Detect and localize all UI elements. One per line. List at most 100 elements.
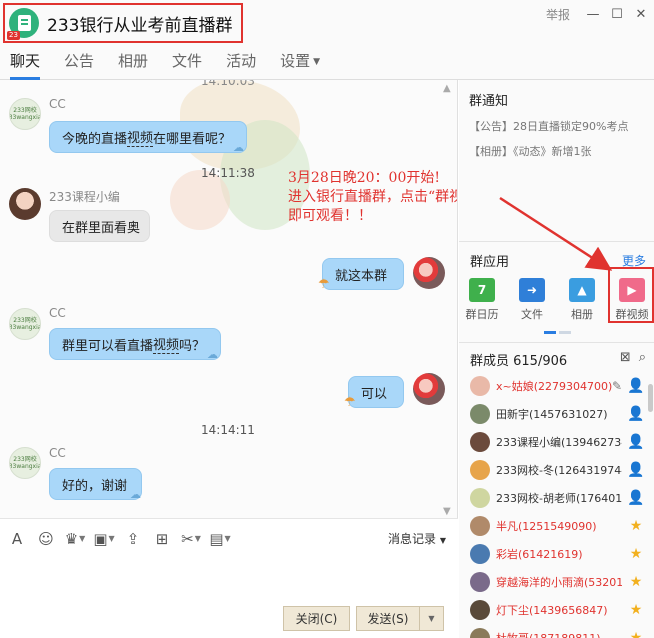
app-album[interactable]: ▲ 相册 [559, 278, 605, 322]
chat-bubble[interactable]: 好的，谢谢 [49, 468, 142, 500]
sender-name: CC [49, 97, 66, 111]
star-icon: ★ [629, 546, 643, 562]
member-item[interactable]: 田新宇(1457631027) 👤 [459, 400, 654, 428]
tab-announcement[interactable]: 公告 [64, 50, 94, 79]
message-text: 就这本群 [335, 268, 388, 284]
chat-bubble[interactable]: 今晚的直播 视频 在哪里看呢？ [49, 121, 247, 153]
avatar [470, 544, 490, 564]
message-link[interactable]: 视频 [153, 334, 180, 354]
bubble-cloud-icon: ☁ [233, 141, 244, 154]
avatar [470, 628, 490, 638]
avatar-text: 233网校 233wangxiao [9, 107, 40, 121]
member-item[interactable]: 233网校-胡老师(176401234) 👤 [459, 484, 654, 512]
member-item[interactable]: 穿越海洋的小雨滴(53201234) ★ [459, 568, 654, 596]
gift-icon[interactable]: ⊞ [151, 528, 173, 550]
member-list[interactable]: x~姑娘(2279304700) ✎ 👤 田新宇(1457631027) 👤 233课… [459, 372, 654, 638]
member-item[interactable]: 彩岩(61421619) ★ [459, 540, 654, 568]
message-text: 在哪里看呢？ [153, 131, 232, 147]
avatar [470, 572, 490, 592]
message-text: 今晚的直播 [62, 131, 128, 147]
sender-name: 233课程小编 [49, 190, 120, 204]
apps-pager[interactable] [544, 331, 571, 334]
chat-bubble[interactable]: 就这本群 [322, 258, 404, 290]
message-text: 吗？ [179, 338, 206, 354]
group-video-highlight [608, 267, 654, 323]
member-item[interactable]: 233课程小编(1394627341) 👤 [459, 428, 654, 456]
message-link[interactable]: 视频 [127, 127, 154, 147]
font-icon[interactable]: A [6, 528, 28, 550]
chat-bubble[interactable]: 可以 [348, 376, 404, 408]
avatar[interactable] [413, 373, 445, 405]
member-item[interactable]: 杜牧哥(187189811) ★ [459, 624, 654, 638]
group-avatar[interactable]: 23 [7, 8, 39, 40]
close-icon[interactable]: ✕ [634, 7, 648, 22]
search-icon[interactable]: ⌕ [639, 350, 646, 365]
promo-annotation: 3月28日晚20：00开始! 进入银行直播群，点击“群视频” 即可观看！！ [288, 169, 457, 226]
history-label: 消息记录 [388, 532, 437, 546]
avatar-text: 233网校 233wangxiao [9, 317, 40, 331]
avatar[interactable]: 233网校 233wangxiao [9, 447, 41, 479]
message-history-button[interactable]: 消息记录 ▼ [388, 530, 446, 547]
bubble-umbrella-icon: ☂ [344, 395, 356, 410]
chat-bubble[interactable]: 在群里面看奥 [49, 210, 150, 242]
member-item[interactable]: 233网校-冬(1264319744) 👤 [459, 456, 654, 484]
tab-activity[interactable]: 活动 [226, 50, 256, 79]
chat-bubble[interactable]: 群里可以看直播 视频 吗？ [49, 328, 221, 360]
tab-chat[interactable]: 聊天 [10, 50, 41, 80]
send-label: 发送(S) [367, 612, 409, 626]
member-name: 灯下尘(1439656847) [496, 604, 608, 617]
scroll-up-icon[interactable]: ▲ [443, 83, 451, 94]
app-files[interactable]: ➜ 文件 [509, 278, 555, 322]
group-title-highlight: 23 233银行从业考前直播群 [3, 3, 243, 43]
maximize-icon[interactable]: ☐ [610, 7, 624, 22]
star-icon: ★ [629, 602, 643, 618]
member-name: 233网校-胡老师(176401234) [496, 492, 622, 505]
bubble-cloud-icon: ☁ [207, 348, 218, 361]
message-timestamp: 14:14:11 [201, 423, 255, 437]
avatar[interactable]: 233网校 233wangxiao [9, 308, 41, 340]
avatar [470, 460, 490, 480]
minimize-icon[interactable]: — [586, 7, 600, 22]
notice-item[interactable]: 【公告】28日直播锁定90%考点 [469, 118, 644, 134]
upload-icon[interactable]: ⇪ [122, 528, 144, 550]
image-icon[interactable]: ▣ ▼ [93, 528, 115, 550]
scissors-icon[interactable]: ✂ ▼ [180, 528, 202, 550]
member-scrollbar[interactable] [648, 384, 653, 412]
group-members: 群成员 615/906 ⊠ ⌕ x~姑娘(2279304700) ✎ 👤 田新宇(1… [459, 344, 654, 638]
document-icon [17, 15, 31, 31]
chat-history[interactable]: ▲ 14:10:03 233网校 233wangxiao CC 今晚的直播视频在… [0, 80, 458, 518]
admin-icon: 👤 [627, 490, 645, 506]
app-label: 群日历 [465, 308, 499, 321]
tab-album[interactable]: 相册 [118, 50, 148, 79]
annotation-line: 即可观看！！ [288, 208, 372, 224]
member-item[interactable]: 半凡(1251549090) ★ [459, 512, 654, 540]
tab-files[interactable]: 文件 [172, 50, 202, 79]
member-item[interactable]: x~姑娘(2279304700) ✎ 👤 [459, 372, 654, 400]
message-icon[interactable]: ▤ ▼ [209, 528, 231, 550]
vip-icon[interactable]: ♛ ▼ [64, 528, 86, 550]
avatar[interactable] [413, 257, 445, 289]
notice-item[interactable]: 【相册】《动态》新增1张 [469, 143, 644, 159]
sender-name: CC [49, 446, 66, 460]
avatar [470, 432, 490, 452]
tab-settings[interactable]: 设置 ▼ [280, 50, 320, 79]
app-calendar[interactable]: 7 群日历 [459, 278, 505, 322]
send-options-icon[interactable]: ▼ [419, 607, 443, 630]
avatar-text: 233网校 233wangxiao [9, 456, 40, 470]
close-button[interactable]: 关闭(C) [283, 606, 350, 631]
member-name: 半凡(1251549090) [496, 520, 597, 533]
group-title[interactable]: 233银行从业考前直播群 [47, 11, 232, 36]
tab-bar: 聊天 公告 相册 文件 活动 设置 ▼ [0, 46, 654, 80]
member-item[interactable]: 灯下尘(1439656847) ★ [459, 596, 654, 624]
avatar[interactable]: 233网校 233wangxiao [9, 98, 41, 130]
report-link[interactable]: 举报 [546, 6, 570, 23]
emoji-icon[interactable]: ☺ [35, 528, 57, 550]
edit-icon[interactable]: ✎ [612, 379, 622, 393]
send-button[interactable]: 发送(S) ▼ [356, 606, 444, 631]
add-member-icon[interactable]: ⊠ [620, 350, 631, 365]
admin-icon: 👤 [627, 378, 645, 394]
avatar[interactable] [9, 188, 41, 220]
app-label: 相册 [571, 308, 593, 321]
member-name: 杜牧哥(187189811) [496, 630, 622, 638]
scroll-down-icon[interactable]: ▼ [443, 506, 451, 517]
